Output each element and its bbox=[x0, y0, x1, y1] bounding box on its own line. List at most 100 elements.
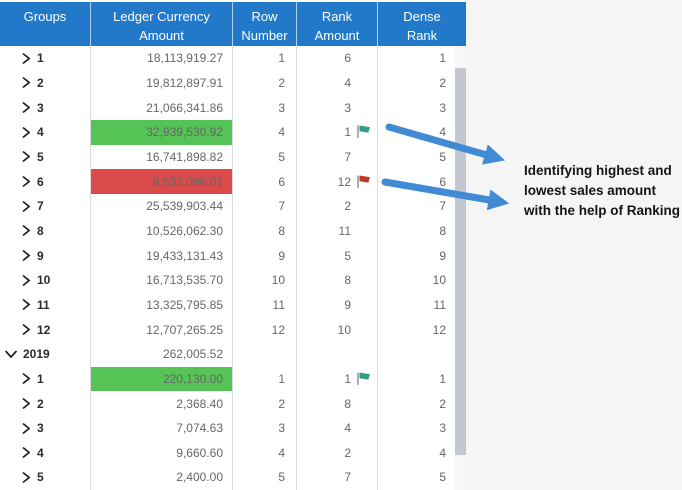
row-number-value: 11 bbox=[273, 298, 285, 312]
chevron-right-icon[interactable] bbox=[22, 299, 31, 310]
chevron-right-icon[interactable] bbox=[22, 127, 31, 138]
ledger-amount-cell: 12,707,265.25 bbox=[91, 317, 233, 342]
table-row[interactable]: 219,812,897.91242 bbox=[0, 71, 466, 96]
rank-amount-cell: 4 bbox=[297, 416, 378, 441]
row-number-cell: 7 bbox=[233, 194, 297, 219]
dense-rank-value: 2 bbox=[439, 397, 446, 411]
group-cell: 5 bbox=[0, 145, 91, 170]
chevron-right-icon[interactable] bbox=[22, 225, 31, 236]
dense-rank-cell: 7 bbox=[378, 194, 466, 219]
chevron-right-icon[interactable] bbox=[22, 472, 31, 483]
chevron-right-icon[interactable] bbox=[22, 447, 31, 458]
rank-amount-value: 12 bbox=[338, 175, 351, 189]
table-row[interactable]: 68,533,096.016126 bbox=[0, 169, 466, 194]
flag-slot bbox=[351, 198, 371, 214]
chevron-down-icon[interactable] bbox=[5, 350, 17, 359]
chevron-right-icon[interactable] bbox=[22, 373, 31, 384]
chevron-right-icon[interactable] bbox=[22, 77, 31, 88]
column-header-label: Dense bbox=[403, 7, 441, 26]
vertical-scrollbar[interactable] bbox=[455, 46, 466, 490]
ledger-amount-cell: 2,400.00 bbox=[91, 465, 233, 490]
rank-amount-value: 4 bbox=[344, 76, 351, 90]
rank-amount-cell: 8 bbox=[297, 391, 378, 416]
dense-rank-cell: 3 bbox=[378, 95, 466, 120]
table-header-row: Groups Ledger Currency Amount Row Number… bbox=[0, 2, 466, 46]
group-label: 2 bbox=[37, 397, 44, 411]
chevron-right-icon[interactable] bbox=[22, 324, 31, 335]
flag-slot bbox=[351, 100, 371, 116]
table-row[interactable]: 52,400.00575 bbox=[0, 465, 466, 490]
table-row[interactable]: 49,660.60424 bbox=[0, 441, 466, 466]
chevron-right-icon[interactable] bbox=[22, 275, 31, 286]
table-row[interactable]: 37,074.63343 bbox=[0, 416, 466, 441]
row-number-value: 1 bbox=[278, 51, 285, 65]
table-row[interactable]: 725,539,903.44727 bbox=[0, 194, 466, 219]
ledger-amount-value: 9,660.60 bbox=[176, 446, 223, 460]
table-row[interactable]: 919,433,131.43959 bbox=[0, 243, 466, 268]
annotation-line: Identifying highest and bbox=[524, 161, 682, 181]
dense-rank-cell: 11 bbox=[378, 293, 466, 318]
column-header-rank-amount[interactable]: Rank Amount bbox=[297, 2, 378, 46]
table-row[interactable]: 321,066,341.86333 bbox=[0, 95, 466, 120]
table-row[interactable]: 118,113,919.27161 bbox=[0, 46, 466, 71]
chevron-right-icon[interactable] bbox=[22, 176, 31, 187]
chevron-right-icon[interactable] bbox=[22, 250, 31, 261]
flag-slot bbox=[351, 174, 371, 190]
chevron-right-icon[interactable] bbox=[22, 102, 31, 113]
group-label: 1 bbox=[37, 51, 44, 65]
column-header-label: Number bbox=[241, 26, 287, 45]
row-number-value: 6 bbox=[278, 175, 285, 189]
dense-rank-value: 3 bbox=[439, 421, 446, 435]
column-header-ledger-currency-amount[interactable]: Ledger Currency Amount bbox=[91, 2, 233, 46]
row-number-cell: 5 bbox=[233, 465, 297, 490]
table-row[interactable]: 432,939,530.92414 bbox=[0, 120, 466, 145]
flag-slot bbox=[351, 248, 371, 264]
rank-amount-cell: 2 bbox=[297, 441, 378, 466]
dense-rank-cell: 5 bbox=[378, 145, 466, 170]
annotation-text: Identifying highest and lowest sales amo… bbox=[524, 161, 682, 221]
row-number-cell: 6 bbox=[233, 169, 297, 194]
rank-amount-cell: 11 bbox=[297, 219, 378, 244]
table-row[interactable]: 810,526,062.308118 bbox=[0, 219, 466, 244]
column-header-dense-rank[interactable]: Dense Rank bbox=[378, 2, 466, 46]
group-label: 12 bbox=[37, 323, 50, 337]
dense-rank-value: 4 bbox=[439, 446, 446, 460]
table-row[interactable]: 22,368.40282 bbox=[0, 391, 466, 416]
rank-amount-cell: 7 bbox=[297, 465, 378, 490]
rank-amount-cell: 4 bbox=[297, 71, 378, 96]
chevron-right-icon[interactable] bbox=[22, 151, 31, 162]
table-row[interactable]: 1220,130.00111 bbox=[0, 367, 466, 392]
group-cell: 12 bbox=[0, 317, 91, 342]
ledger-amount-cell: 32,939,530.92 bbox=[91, 120, 233, 145]
column-header-groups[interactable]: Groups bbox=[0, 2, 91, 46]
table-row[interactable]: 1016,713,535.7010810 bbox=[0, 268, 466, 293]
row-number-cell: 1 bbox=[233, 367, 297, 392]
column-header-label: Ledger Currency bbox=[113, 7, 210, 26]
dense-rank-value: 8 bbox=[439, 224, 446, 238]
rank-amount-cell: 3 bbox=[297, 95, 378, 120]
table-row[interactable]: 2019262,005.52 bbox=[0, 342, 466, 367]
ledger-amount-value: 32,939,530.92 bbox=[146, 125, 223, 139]
chevron-right-icon[interactable] bbox=[22, 53, 31, 64]
chevron-right-icon[interactable] bbox=[22, 398, 31, 409]
rank-amount-value: 2 bbox=[344, 446, 351, 460]
chevron-right-icon[interactable] bbox=[22, 201, 31, 212]
group-label: 9 bbox=[37, 249, 44, 263]
group-cell: 1 bbox=[0, 46, 91, 71]
dense-rank-value: 5 bbox=[439, 150, 446, 164]
table-row[interactable]: 516,741,898.82575 bbox=[0, 145, 466, 170]
dense-rank-cell: 12 bbox=[378, 317, 466, 342]
ledger-amount-value: 10,526,062.30 bbox=[146, 224, 223, 238]
row-number-value: 1 bbox=[278, 372, 285, 386]
row-number-cell: 10 bbox=[233, 268, 297, 293]
rank-amount-cell: 2 bbox=[297, 194, 378, 219]
table-row[interactable]: 1212,707,265.25121012 bbox=[0, 317, 466, 342]
flag-slot bbox=[351, 297, 371, 313]
scrollbar-thumb[interactable] bbox=[455, 68, 466, 455]
dense-rank-cell: 1 bbox=[378, 367, 466, 392]
dense-rank-cell: 9 bbox=[378, 243, 466, 268]
column-header-row-number[interactable]: Row Number bbox=[233, 2, 297, 46]
chevron-right-icon[interactable] bbox=[22, 423, 31, 434]
table-row[interactable]: 1113,325,795.8511911 bbox=[0, 293, 466, 318]
rank-amount-value: 4 bbox=[344, 421, 351, 435]
